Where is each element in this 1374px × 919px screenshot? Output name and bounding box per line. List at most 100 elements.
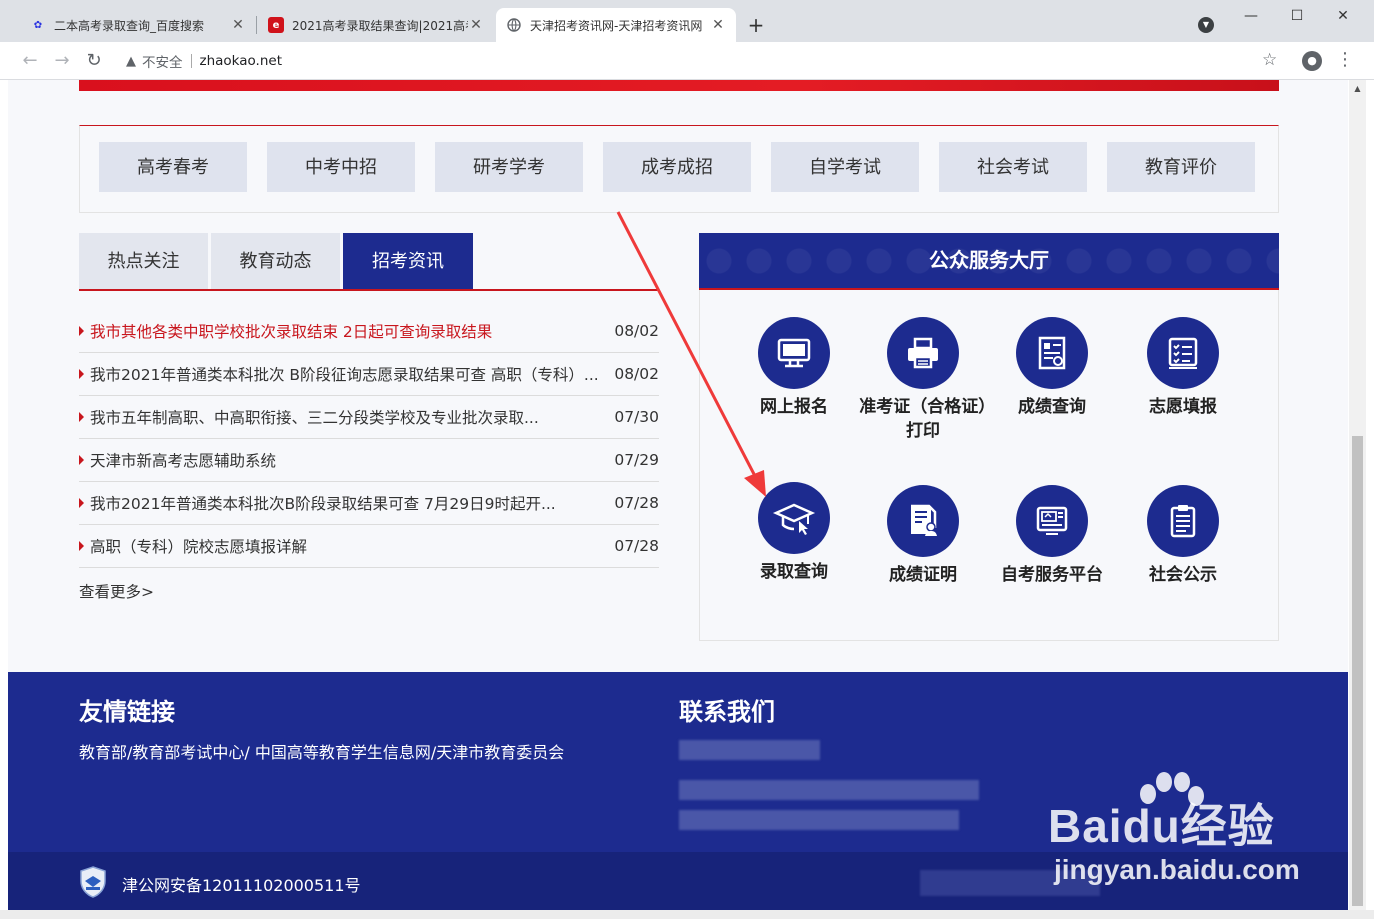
window-edge [1366, 80, 1374, 919]
service-admission-query[interactable]: 录取查询 [729, 482, 859, 584]
news-title[interactable]: 我市2021年普通类本科批次 B阶段征询志愿录取结果可查 高职（专科）... [90, 363, 609, 385]
service-hall-title: 公众服务大厅 [699, 233, 1279, 290]
service-online-registration[interactable]: 网上报名 [729, 317, 859, 419]
score-report-icon [1016, 317, 1088, 389]
browser-tab-zhaokao[interactable]: 天津招考资讯网-天津招考资讯网 ✕ [496, 8, 736, 42]
service-label: 准考证（合格证）打印 [859, 397, 987, 441]
news-item[interactable]: 我市五年制高职、中高职衔接、三二分段类学校及专业批次录取... 07/30 [79, 396, 659, 439]
page-scrollbar[interactable]: ▲ [1349, 80, 1366, 919]
service-label: 网上报名 [760, 397, 828, 417]
tab-title: 2021高考录取结果查询|2021高考 [292, 18, 468, 33]
service-application-filling[interactable]: 志愿填报 [1118, 317, 1248, 419]
security-status-label: 不安全 [142, 55, 183, 71]
bookmark-star-icon[interactable]: ☆ [1262, 50, 1277, 70]
bullet-triangle-icon [79, 326, 84, 336]
news-title[interactable]: 我市2021年普通类本科批次B阶段录取结果可查 7月29日9时起开... [90, 492, 609, 514]
news-title[interactable]: 高职（专科）院校志愿填报详解 [90, 535, 609, 557]
minimize-icon[interactable]: — [1228, 4, 1274, 28]
tab-education-news[interactable]: 教育动态 [211, 233, 340, 290]
checklist-icon [1147, 317, 1219, 389]
service-label: 录取查询 [760, 562, 828, 582]
news-date: 07/28 [614, 537, 659, 555]
baidu-jingyan-watermark: Baidu经验 [1048, 800, 1275, 852]
contact-info-redacted [679, 810, 959, 830]
bullet-triangle-icon [79, 541, 84, 551]
news-list: 我市其他各类中职学校批次录取结束 2日起可查询录取结果 08/02 我市2021… [79, 310, 659, 568]
service-label: 自考服务平台 [1001, 565, 1103, 585]
browser-tab-eol[interactable]: e 2021高考录取结果查询|2021高考 ✕ [258, 8, 494, 42]
self-study-platform-icon [1016, 485, 1088, 557]
category-button-zixue[interactable]: 自学考试 [771, 142, 919, 192]
browser-menu-icon[interactable]: ⋮ [1336, 49, 1354, 71]
news-date: 07/28 [614, 494, 659, 512]
category-button-pingjia[interactable]: 教育评价 [1107, 142, 1255, 192]
news-item[interactable]: 我市其他各类中职学校批次录取结束 2日起可查询录取结果 08/02 [79, 310, 659, 353]
tab-title: 二本高考录取查询_百度搜索 [54, 18, 205, 33]
friendly-links[interactable]: 教育部/教育部考试中心/ 中国高等教育学生信息网/天津市教育委员会 [79, 739, 564, 763]
close-tab-icon[interactable]: ✕ [468, 17, 484, 33]
category-nav: 高考春考 中考中招 研考学考 成考成招 自学考试 社会考试 教育评价 [79, 125, 1279, 213]
service-label: 成绩证明 [889, 565, 957, 585]
tab-admissions-info[interactable]: 招考资讯 [343, 233, 473, 290]
watermark-url: jingyan.baidu.com [1054, 854, 1300, 885]
tab-title: 天津招考资讯网-天津招考资讯网 [530, 18, 703, 33]
news-title[interactable]: 我市五年制高职、中高职衔接、三二分段类学校及专业批次录取... [90, 406, 609, 428]
news-tab-underline [79, 289, 659, 291]
service-label: 成绩查询 [1018, 397, 1086, 417]
news-item[interactable]: 我市2021年普通类本科批次B阶段录取结果可查 7月29日9时起开... 07/… [79, 482, 659, 525]
service-score-query[interactable]: 成绩查询 [987, 317, 1117, 419]
category-button-yankao[interactable]: 研考学考 [435, 142, 583, 192]
category-button-zhongkao[interactable]: 中考中招 [267, 142, 415, 192]
monitor-icon [758, 317, 830, 389]
icp-record-text[interactable]: 津公网安备12011102000511号 [122, 872, 361, 896]
forward-arrow-icon[interactable]: → [50, 50, 74, 72]
url-text[interactable]: zhaokao.net [200, 53, 283, 69]
tab-search-icon[interactable]: ▼ [1198, 17, 1214, 33]
close-tab-icon[interactable]: ✕ [710, 17, 726, 33]
browser-tab-strip: ✿ 二本高考录取查询_百度搜索 ✕ e 2021高考录取结果查询|2021高考 … [0, 0, 1374, 42]
news-date: 07/29 [614, 451, 659, 469]
friendly-links-heading: 友情链接 [79, 698, 175, 726]
category-button-chengkao[interactable]: 成考成招 [603, 142, 751, 192]
news-date: 08/02 [614, 322, 659, 340]
new-tab-button[interactable]: + [745, 13, 767, 37]
bullet-triangle-icon [79, 369, 84, 379]
news-title[interactable]: 我市其他各类中职学校批次录取结束 2日起可查询录取结果 [90, 320, 609, 342]
contact-heading: 联系我们 [679, 698, 775, 726]
news-title[interactable]: 天津市新高考志愿辅助系统 [90, 449, 609, 471]
address-toolbar: ← → ↻ ▲ 不安全 zhaokao.net ☆ ● ⋮ [0, 42, 1374, 80]
service-self-study-platform[interactable]: 自考服务平台 [987, 485, 1117, 587]
omnibox[interactable]: ▲ 不安全 zhaokao.net [116, 48, 1294, 74]
tab-hot-topics[interactable]: 热点关注 [79, 233, 208, 290]
category-button-gaokao[interactable]: 高考春考 [99, 142, 247, 192]
news-date: 08/02 [614, 365, 659, 383]
news-item[interactable]: 天津市新高考志愿辅助系统 07/29 [79, 439, 659, 482]
omnibox-divider [190, 54, 192, 68]
contact-info-redacted [679, 780, 979, 800]
scroll-up-icon[interactable]: ▲ [1349, 84, 1366, 93]
news-item[interactable]: 我市2021年普通类本科批次 B阶段征询志愿录取结果可查 高职（专科）... 0… [79, 353, 659, 396]
bullet-triangle-icon [79, 455, 84, 465]
service-score-certificate[interactable]: 成绩证明 [858, 485, 988, 587]
police-badge-icon [80, 866, 106, 898]
service-label: 社会公示 [1149, 565, 1217, 585]
tab-divider [256, 16, 257, 34]
close-window-icon[interactable]: ✕ [1320, 4, 1366, 28]
reload-icon[interactable]: ↻ [82, 50, 106, 72]
view-more-link[interactable]: 查看更多> [79, 580, 154, 602]
contact-info-redacted [679, 740, 820, 760]
profile-avatar-icon[interactable]: ● [1302, 51, 1322, 71]
service-label: 志愿填报 [1149, 397, 1217, 417]
maximize-icon[interactable]: ☐ [1274, 4, 1320, 28]
news-item[interactable]: 高职（专科）院校志愿填报详解 07/28 [79, 525, 659, 568]
service-public-notice[interactable]: 社会公示 [1118, 485, 1248, 587]
bullet-triangle-icon [79, 498, 84, 508]
warning-triangle-icon[interactable]: ▲ [126, 54, 136, 69]
scrollbar-thumb[interactable] [1352, 436, 1363, 906]
category-button-shehui[interactable]: 社会考试 [939, 142, 1087, 192]
clipboard-icon [1147, 485, 1219, 557]
back-arrow-icon[interactable]: ← [18, 50, 42, 72]
browser-tab-baidu-search[interactable]: ✿ 二本高考录取查询_百度搜索 ✕ [20, 8, 256, 42]
close-tab-icon[interactable]: ✕ [230, 17, 246, 33]
service-admission-ticket-print[interactable]: 准考证（合格证）打印 [858, 317, 988, 443]
